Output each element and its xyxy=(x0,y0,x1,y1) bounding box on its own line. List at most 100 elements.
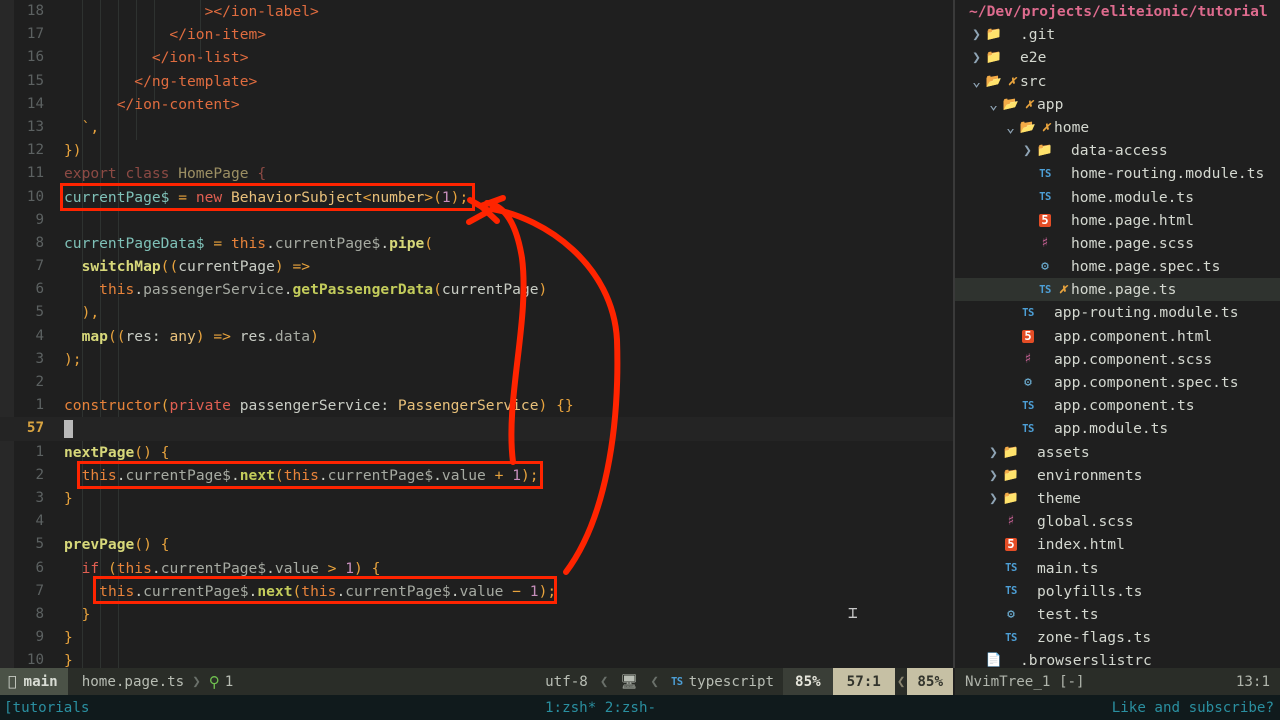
code-line[interactable]: 1 nextPage() { xyxy=(0,441,953,464)
file-tree-item[interactable]: TS app-routing.module.ts xyxy=(955,301,1280,324)
statusline-cursor-position: 57:1 xyxy=(832,668,895,695)
file-tree-item[interactable]: 5 app.component.html xyxy=(955,325,1280,348)
code-line[interactable]: 2 this.currentPage$.next(this.currentPag… xyxy=(0,464,953,487)
code-line[interactable]: 6 this.passengerService.getPassengerData… xyxy=(0,278,953,301)
code-line[interactable]: 57 xyxy=(0,417,953,441)
file-tree-item[interactable]: TS polyfills.ts xyxy=(955,580,1280,603)
code-line[interactable]: 13 `, xyxy=(0,116,953,139)
chevron-right-icon[interactable]: ❯ xyxy=(1020,139,1035,162)
file-tree-item[interactable]: 5 home.page.html xyxy=(955,209,1280,232)
code-line[interactable]: 17 </ion-item> xyxy=(0,23,953,46)
chevron-down-icon[interactable]: ⌄ xyxy=(986,93,1001,116)
line-number: 9 xyxy=(35,629,44,646)
code-text: </ion-content> xyxy=(64,95,240,113)
code-line[interactable]: 14 </ion-content> xyxy=(0,93,953,116)
statusline-chevron-icon: ❯ xyxy=(183,673,201,690)
file-tree-item-label: home.page.spec.ts xyxy=(1071,258,1221,276)
tmux-window-list[interactable]: 1:zsh* 2:zsh- xyxy=(545,700,656,716)
code-line[interactable]: 9 xyxy=(0,209,953,232)
chevron-right-icon[interactable]: ❯ xyxy=(986,441,1001,464)
code-text: nextPage() { xyxy=(64,443,170,461)
filetree-cursor-position: 13:1 xyxy=(1235,673,1270,690)
code-line[interactable]: 6 if (this.currentPage$.value > 1) { xyxy=(0,557,953,580)
file-tree-item[interactable]: ⚙ test.ts xyxy=(955,603,1280,626)
file-tree-item[interactable]: ❯ 📁 .git xyxy=(955,23,1280,46)
chevron-right-icon[interactable]: ❯ xyxy=(969,23,984,46)
file-tree-item[interactable]: ⚙ app.component.spec.ts xyxy=(955,371,1280,394)
file-tree-item[interactable]: ⌄ 📂 ✗ src xyxy=(955,70,1280,93)
code-line[interactable]: 7 switchMap((currentPage) => xyxy=(0,255,953,278)
line-number: 3 xyxy=(35,350,44,367)
code-line[interactable]: 2 xyxy=(0,371,953,394)
code-line[interactable]: 18 ></ion-label> xyxy=(0,0,953,23)
code-line[interactable]: 12}) xyxy=(0,139,953,162)
file-tree-item[interactable]: ❯ 📁 assets xyxy=(955,441,1280,464)
folder-icon: 📁 xyxy=(1002,490,1020,506)
file-tree-item-label: environments xyxy=(1037,466,1143,484)
chevron-down-icon[interactable]: ⌄ xyxy=(1003,116,1018,139)
text-cursor xyxy=(64,420,73,439)
code-line[interactable]: 11 export class HomePage { xyxy=(0,162,953,185)
chevron-right-icon[interactable]: ❯ xyxy=(969,46,984,69)
code-line[interactable]: 4 map((res: any) => res.data) xyxy=(0,325,953,348)
line-number: 13 xyxy=(26,118,44,135)
chevron-down-icon[interactable]: ⌄ xyxy=(969,70,984,93)
chevron-right-icon[interactable]: ❯ xyxy=(986,487,1001,510)
file-tree-nodes[interactable]: ❯ 📁 .git ❯ 📁 e2e ⌄ 📂 ✗ src ⌄ 📂 ✗ app ⌄ 📂 ✗ home ❯ 📁 data-acc… xyxy=(955,23,1280,668)
file-tree-item[interactable]: ❯ 📁 e2e xyxy=(955,46,1280,69)
file-tree-pane[interactable]: ~/Dev/projects/eliteionic/tutorial ❯ 📁 .gi… xyxy=(955,0,1280,668)
tmux-status-bar: [tutorials 1:zsh* 2:zsh- Like and subscr… xyxy=(0,695,1280,720)
file-tree-item[interactable]: TS home.module.ts xyxy=(955,186,1280,209)
file-tree-item[interactable]: ⌄ 📂 ✗ home xyxy=(955,116,1280,139)
typescript-file-icon: TS xyxy=(1005,631,1017,644)
statusline-diagnostics[interactable]: ⚲ 1 xyxy=(201,673,234,691)
code-line[interactable]: 16 </ion-list> xyxy=(0,46,953,69)
code-line[interactable]: 5 prevPage() { xyxy=(0,533,953,556)
file-tree-item[interactable]: TS ✗ home.page.ts xyxy=(955,278,1280,302)
file-tree-item[interactable]: ⚙ home.page.spec.ts xyxy=(955,255,1280,278)
code-text: } xyxy=(64,605,91,623)
file-tree-item[interactable]: ⌄ 📂 ✗ app xyxy=(955,93,1280,116)
code-line[interactable]: 4 xyxy=(0,510,953,533)
code-line[interactable]: 1 constructor(private passengerService: P… xyxy=(0,394,953,417)
file-tree-item[interactable]: ❯ 📁 environments xyxy=(955,464,1280,487)
line-number: 9 xyxy=(35,211,44,228)
file-tree-item[interactable]: ♯ home.page.scss xyxy=(955,232,1280,255)
git-modified-icon: ✗ xyxy=(1025,96,1033,112)
code-line[interactable]: 8 currentPageData$ = this.currentPage$.pi… xyxy=(0,232,953,255)
file-tree-item[interactable]: TS app.component.ts xyxy=(955,394,1280,417)
file-tree-item[interactable]: ❯ 📁 theme xyxy=(955,487,1280,510)
test-file-icon: ⚙ xyxy=(1041,259,1049,275)
mouse-cursor-ibeam: ⌶ xyxy=(848,603,858,622)
file-tree-item[interactable]: TS home-routing.module.ts xyxy=(955,162,1280,185)
chevron-right-icon[interactable]: ❯ xyxy=(986,464,1001,487)
code-line[interactable]: 3); xyxy=(0,348,953,371)
file-tree-item[interactable]: ❯ 📁 data-access xyxy=(955,139,1280,162)
line-number: 15 xyxy=(26,72,44,89)
file-tree-item[interactable]: ♯ app.component.scss xyxy=(955,348,1280,371)
line-number: 8 xyxy=(35,605,44,622)
code-line[interactable]: 5 ), xyxy=(0,301,953,324)
code-line[interactable]: 3} xyxy=(0,487,953,510)
code-text: ); xyxy=(64,350,82,368)
code-line[interactable]: 10 currentPage$ = new BehaviorSubject<num… xyxy=(0,186,953,209)
file-tree-item[interactable]: ♯ global.scss xyxy=(955,510,1280,533)
code-line[interactable]: 15 </ng-template> xyxy=(0,70,953,93)
file-tree-item[interactable]: TS main.ts xyxy=(955,557,1280,580)
typescript-file-icon: TS xyxy=(1022,399,1034,412)
code-line[interactable]: 7 this.currentPage$.next(this.currentPag… xyxy=(0,580,953,603)
code-line[interactable]: 9} xyxy=(0,626,953,649)
statusline-branch[interactable]:  main xyxy=(0,668,68,695)
file-tree-item[interactable]: 5 index.html xyxy=(955,533,1280,556)
statusline-percent-right: 85% xyxy=(907,668,953,695)
code-editor-pane[interactable]: 18 ></ion-label> 17 </ion-item> 16 </ion-l… xyxy=(0,0,953,669)
code-line[interactable]: 8 } xyxy=(0,603,953,626)
code-text: } xyxy=(64,629,73,647)
html-file-icon: 5 xyxy=(1005,537,1017,552)
code-text: }) xyxy=(64,142,82,160)
file-tree-item[interactable]: TS app.module.ts xyxy=(955,417,1280,440)
line-number: 7 xyxy=(35,258,44,275)
file-tree-item[interactable]: TS zone-flags.ts xyxy=(955,626,1280,649)
code-lines[interactable]: 18 ></ion-label> 17 </ion-item> 16 </ion-l… xyxy=(0,0,953,672)
file-tree-item[interactable]: 📄 .browserslistrc xyxy=(955,649,1280,668)
